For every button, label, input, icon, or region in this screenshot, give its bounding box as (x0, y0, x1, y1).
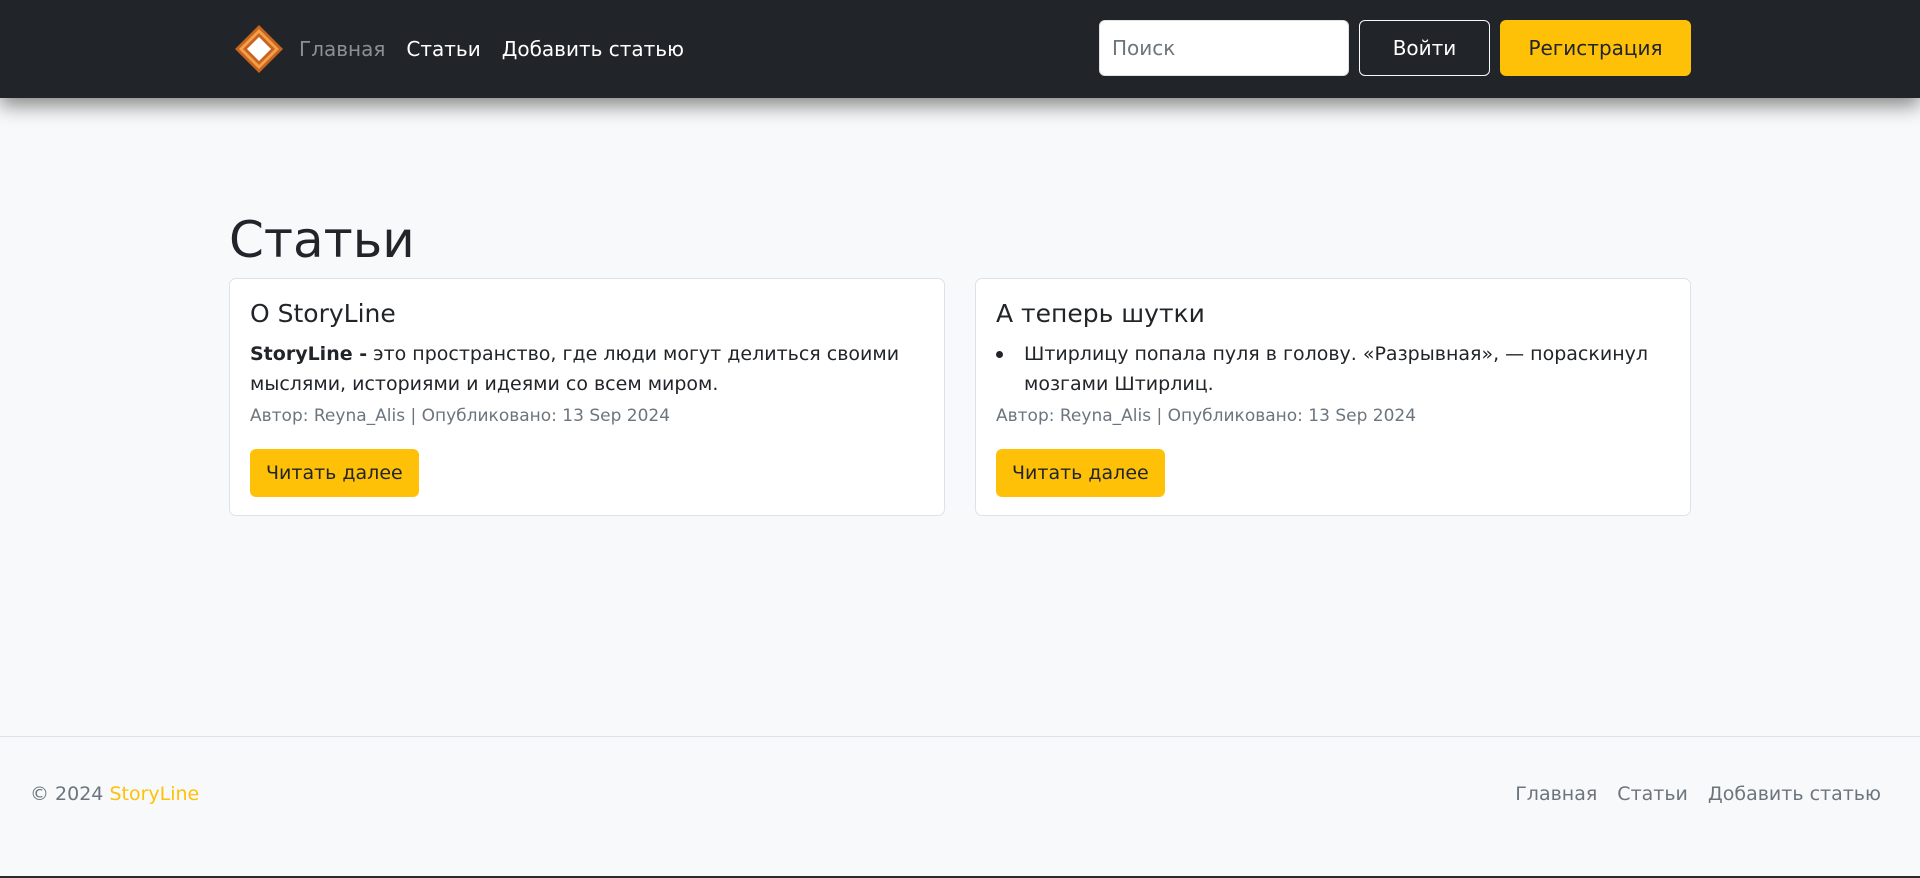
nav-links: Главная Статьи Добавить статью (299, 36, 684, 62)
page-title: Статьи (229, 211, 415, 269)
footer-links: Главная Статьи Добавить статью (1515, 781, 1881, 807)
nav-link-add-article[interactable]: Добавить статью (502, 36, 684, 62)
register-button[interactable]: Регистрация (1500, 20, 1691, 76)
navbar: Главная Статьи Добавить статью Войти Рег… (0, 0, 1920, 98)
read-more-button[interactable]: Читать далее (250, 449, 419, 497)
nav-link-home[interactable]: Главная (299, 36, 385, 62)
card-meta: Автор: Reyna_Alis | Опубликовано: 13 Sep… (250, 406, 671, 426)
card-title: А теперь шутки (996, 299, 1205, 328)
card-text: StoryLine - это пространство, где люди м… (250, 339, 924, 399)
card-meta: Автор: Reyna_Alis | Опубликовано: 13 Sep… (996, 406, 1417, 426)
nav-link-articles[interactable]: Статьи (406, 36, 480, 62)
search-input[interactable] (1099, 20, 1349, 76)
footer: © 2024 StoryLine Главная Статьи Добавить… (0, 736, 1920, 878)
copyright-text: © 2024 (30, 783, 104, 805)
article-card: А теперь шутки Штирлицу попала пуля в го… (975, 278, 1691, 516)
footer-link-home[interactable]: Главная (1515, 781, 1597, 807)
list-item: Штирлицу попала пуля в голову. «Разрывна… (996, 339, 1670, 399)
footer-link-articles[interactable]: Статьи (1617, 781, 1688, 807)
copyright: © 2024 StoryLine (30, 781, 199, 807)
footer-link-add-article[interactable]: Добавить статью (1708, 781, 1881, 807)
card-title: О StoryLine (250, 299, 396, 328)
card-text-bold: StoryLine - (250, 343, 368, 365)
diamond-logo-icon (235, 25, 283, 73)
article-card: О StoryLine StoryLine - это пространство… (229, 278, 945, 516)
login-button[interactable]: Войти (1359, 20, 1490, 76)
card-list: Штирлицу попала пуля в голову. «Разрывна… (996, 339, 1670, 399)
read-more-button[interactable]: Читать далее (996, 449, 1165, 497)
brand-logo[interactable] (234, 24, 284, 74)
footer-brand-link[interactable]: StoryLine (109, 783, 199, 805)
